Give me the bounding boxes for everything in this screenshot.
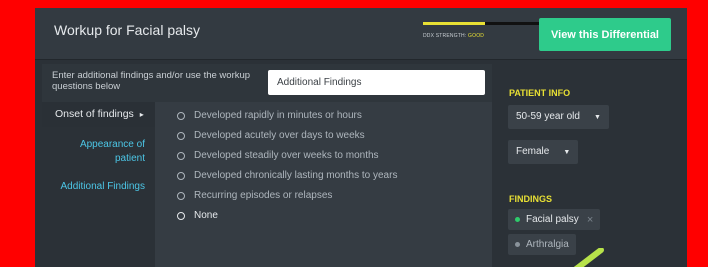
option-rapid[interactable]: Developed rapidly in minutes or hours [177, 110, 362, 121]
sidebar: PATIENT INFO 50-59 year old ▼ Female ▼ FIN… [500, 64, 680, 267]
radio-icon [177, 171, 185, 180]
nav-additional-findings[interactable]: Additional Findings [50, 180, 146, 194]
chevron-right-icon: ▸ [139, 110, 144, 119]
radio-icon [177, 151, 185, 160]
ddx-strength-meter: DDX STRENGTH: GOOD [423, 22, 543, 46]
strength-bar-fill [423, 22, 485, 25]
workup-questions-panel: Enter additional findings and/or use the… [42, 64, 492, 267]
remove-icon[interactable]: × [587, 214, 593, 226]
nav-onset-of-findings[interactable]: Onset of findings ▸ [42, 102, 155, 127]
age-select[interactable]: 50-59 year old ▼ [508, 105, 609, 129]
option-acute[interactable]: Developed acutely over days to weeks [177, 130, 365, 141]
status-dot-icon [515, 242, 520, 247]
view-differential-button[interactable]: View this Differential [539, 18, 671, 51]
option-chronic[interactable]: Developed chronically lasting months to … [177, 170, 397, 181]
sex-select[interactable]: Female ▼ [508, 140, 579, 164]
strength-value: GOOD [468, 33, 485, 39]
findings-heading: FINDINGS [509, 194, 553, 204]
radio-icon [177, 211, 185, 220]
status-dot-icon [515, 217, 520, 222]
caret-down-icon: ▼ [593, 114, 601, 121]
page-title: Workup for Facial palsy [54, 22, 201, 38]
radio-icon [177, 191, 185, 200]
workup-prompt: Enter additional findings and/or use the… [52, 70, 251, 92]
workup-panel: Workup for Facial palsy DDX STRENGTH: GO… [35, 8, 687, 267]
caret-down-icon: ▼ [563, 149, 571, 156]
patient-info-heading: PATIENT INFO [509, 88, 571, 98]
option-recurring[interactable]: Recurring episodes or relapses [177, 190, 332, 201]
strength-label: DDX STRENGTH: GOOD [423, 33, 485, 39]
workup-nav: Onset of findings ▸ Appearance of patient… [42, 102, 155, 267]
pointer-arrow-icon [573, 248, 604, 267]
strength-bar-track [423, 22, 509, 25]
radio-icon [177, 111, 185, 120]
option-none[interactable]: None [177, 210, 218, 221]
radio-icon [177, 131, 185, 140]
additional-findings-input[interactable]: Additional Findings [268, 70, 485, 95]
header-bar: Workup for Facial palsy DDX STRENGTH: GO… [35, 8, 687, 60]
finding-chip-facial-palsy[interactable]: Facial palsy × [508, 209, 601, 230]
option-steady[interactable]: Developed steadily over weeks to months [177, 150, 379, 161]
strength-bar-tail [509, 22, 543, 25]
nav-appearance-of-patient[interactable]: Appearance of patient [50, 138, 145, 166]
onset-options: Developed rapidly in minutes or hours De… [155, 102, 492, 267]
